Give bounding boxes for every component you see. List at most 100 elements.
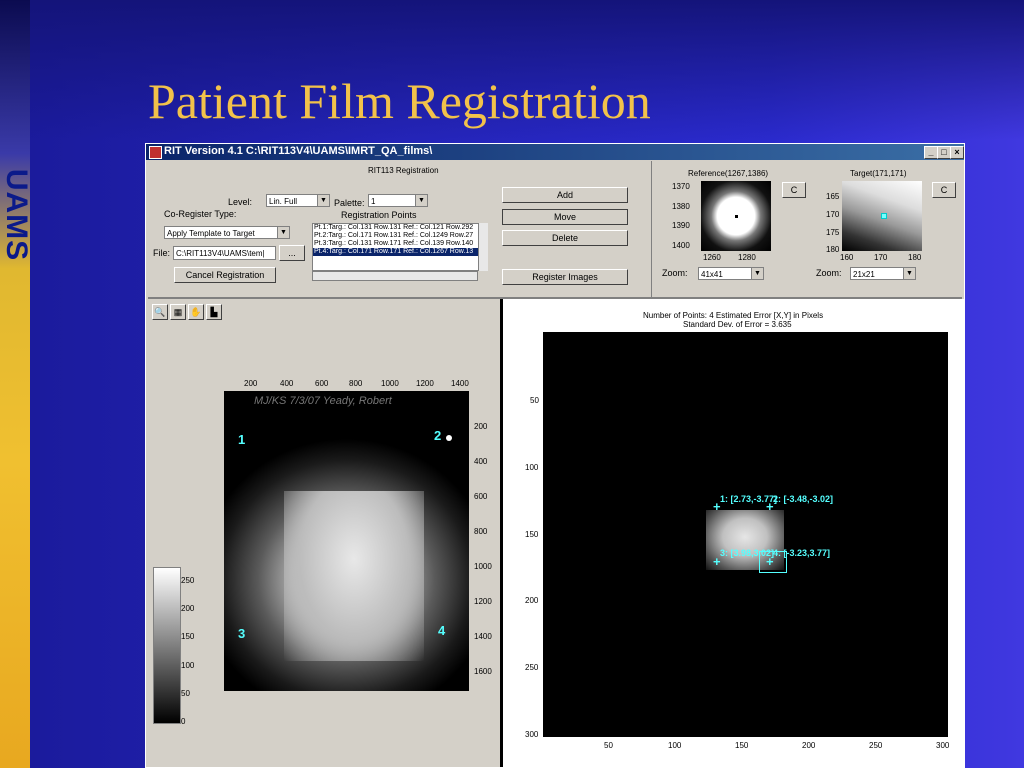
zoom-icon[interactable]: 🔍: [152, 304, 168, 320]
maximize-button[interactable]: □: [937, 146, 951, 159]
delete-button[interactable]: Delete: [502, 230, 628, 246]
reg-y-tick: 200: [525, 596, 539, 605]
registration-points-label: Registration Points: [341, 210, 417, 220]
reference-zoom-image[interactable]: [701, 181, 771, 251]
window-titlebar[interactable]: RIT Version 4.1 C:\RIT113V4\UAMS\IMRT_QA…: [146, 144, 964, 160]
film-y-tick: 1000: [474, 562, 492, 571]
reg-x-tick: 50: [604, 741, 613, 750]
list-item[interactable]: Pt.1:Targ.: Col.131 Row.131 Ref.: Col.12…: [313, 224, 487, 232]
film-selected-point: [446, 435, 452, 441]
film-x-tick: 1000: [381, 379, 399, 388]
film-view-pane: 🔍 ▦ ✋ ▙ 200 400 600 800 1000 1200 1400 M…: [148, 299, 500, 767]
points-horizontal-scrollbar[interactable]: [312, 271, 478, 281]
tgt-x-tick: 180: [908, 253, 922, 262]
film-field: [284, 491, 424, 661]
reg-x-tick: 300: [936, 741, 950, 750]
level-value: Lin. Full: [269, 197, 298, 206]
palette-select[interactable]: 1 ▼: [368, 194, 428, 207]
ref-y-tick: 1380: [672, 202, 690, 211]
ref-y-tick: 1370: [672, 182, 690, 191]
pan-hand-icon[interactable]: ✋: [188, 304, 204, 320]
colorbar-tick: 150: [181, 632, 195, 641]
palette-label: Palette:: [334, 198, 365, 208]
film-y-tick: 400: [474, 457, 488, 466]
app-icon: [149, 146, 162, 159]
ref-x-tick: 1260: [703, 253, 721, 262]
film-y-tick: 1600: [474, 667, 492, 676]
reference-center-button[interactable]: C: [782, 182, 806, 198]
level-select[interactable]: Lin. Full ▼: [266, 194, 330, 207]
film-y-tick: 1200: [474, 597, 492, 606]
reg-y-tick: 150: [525, 530, 539, 539]
ref-x-tick: 1280: [738, 253, 756, 262]
add-button[interactable]: Add: [502, 187, 628, 203]
colorbar-tick: 50: [181, 689, 190, 698]
film-marker[interactable]: 4: [438, 624, 445, 637]
film-marker[interactable]: 1: [238, 433, 245, 446]
chevron-down-icon[interactable]: ▼: [415, 195, 427, 206]
list-item[interactable]: Pt.4:Targ.: Col.171 Row.171 Ref.: Col.12…: [313, 248, 487, 256]
file-value: C:\RIT113V4\UAMS\tem|: [176, 249, 265, 258]
film-x-tick: 400: [280, 379, 294, 388]
tgt-y-tick: 170: [826, 210, 840, 219]
list-item[interactable]: Pt.3:Targ.: Col.131 Row.171 Ref.: Col.13…: [313, 240, 487, 248]
tgt-y-tick: 165: [826, 192, 840, 201]
film-y-tick: 600: [474, 492, 488, 501]
reference-zoom-label: Zoom:: [662, 268, 688, 278]
reg-point-label: 3: [3.98,3.02]: [720, 548, 775, 558]
chevron-down-icon[interactable]: ▼: [317, 195, 329, 206]
cancel-registration-button[interactable]: Cancel Registration: [174, 267, 276, 283]
chevron-down-icon[interactable]: ▼: [903, 268, 915, 279]
reference-zoom-value: 41x41: [701, 270, 723, 279]
film-image[interactable]: MJ/KS 7/3/07 Yeady, Robert 1 2 3 4: [224, 391, 469, 691]
registered-image[interactable]: + + + + 1: [2.73,-3.77] 2: [-3.48,-3.02]…: [543, 332, 948, 737]
reg-x-tick: 200: [802, 741, 816, 750]
tgt-x-tick: 170: [874, 253, 888, 262]
film-x-tick: 600: [315, 379, 329, 388]
reg-y-tick: 250: [525, 663, 539, 672]
colorbar-tick: 250: [181, 576, 195, 585]
histogram-icon[interactable]: ▙: [206, 304, 222, 320]
target-zoom-select[interactable]: 21x21 ▼: [850, 267, 916, 280]
colorbar-tick: 0: [181, 717, 186, 726]
reg-point-label: 4: [-3.23,3.77]: [773, 548, 831, 558]
reg-y-tick: 100: [525, 463, 539, 472]
film-y-tick: 200: [474, 422, 488, 431]
points-vertical-scrollbar[interactable]: [478, 223, 488, 271]
error-info-line: Number of Points: 4 Estimated Error [X,Y…: [643, 311, 824, 320]
target-title: Target(171,171): [850, 169, 907, 178]
chevron-down-icon[interactable]: ▼: [277, 227, 289, 238]
film-marker[interactable]: 2: [434, 429, 441, 442]
reference-marker: [735, 215, 738, 218]
target-zoom-image[interactable]: [842, 181, 922, 251]
list-item[interactable]: Pt.2:Targ.: Col.171 Row.131 Ref.: Col.12…: [313, 232, 487, 240]
reference-zoom-select[interactable]: 41x41 ▼: [698, 267, 764, 280]
film-x-tick: 1400: [451, 379, 469, 388]
browse-button[interactable]: ...: [279, 245, 305, 261]
reg-x-tick: 150: [735, 741, 749, 750]
tgt-y-tick: 180: [826, 245, 840, 254]
colorbar: [153, 567, 181, 724]
move-button[interactable]: Move: [502, 209, 628, 225]
registration-points-list[interactable]: Pt.1:Targ.: Col.131 Row.131 Ref.: Col.12…: [312, 223, 488, 271]
register-images-button[interactable]: Register Images: [502, 269, 628, 285]
close-button[interactable]: ×: [950, 146, 964, 159]
film-x-tick: 200: [244, 379, 258, 388]
minimize-button[interactable]: _: [924, 146, 938, 159]
uams-logo: UAMS: [0, 168, 33, 262]
chevron-down-icon[interactable]: ▼: [751, 268, 763, 279]
file-input[interactable]: C:\RIT113V4\UAMS\tem|: [173, 246, 276, 260]
reg-x-tick: 100: [668, 741, 682, 750]
grid-icon[interactable]: ▦: [170, 304, 186, 320]
coregister-type-value: Apply Template to Target: [167, 229, 255, 238]
reg-y-tick: 300: [525, 730, 539, 739]
colorbar-tick: 200: [181, 604, 195, 613]
film-x-tick: 800: [349, 379, 363, 388]
tgt-y-tick: 175: [826, 228, 840, 237]
coregister-type-select[interactable]: Apply Template to Target ▼: [164, 226, 290, 239]
registered-view-pane: Number of Points: 4 Estimated Error [X,Y…: [503, 299, 964, 767]
film-marker[interactable]: 3: [238, 627, 245, 640]
slide-title: Patient Film Registration: [148, 73, 651, 129]
reg-x-tick: 250: [869, 741, 883, 750]
target-center-button[interactable]: C: [932, 182, 956, 198]
